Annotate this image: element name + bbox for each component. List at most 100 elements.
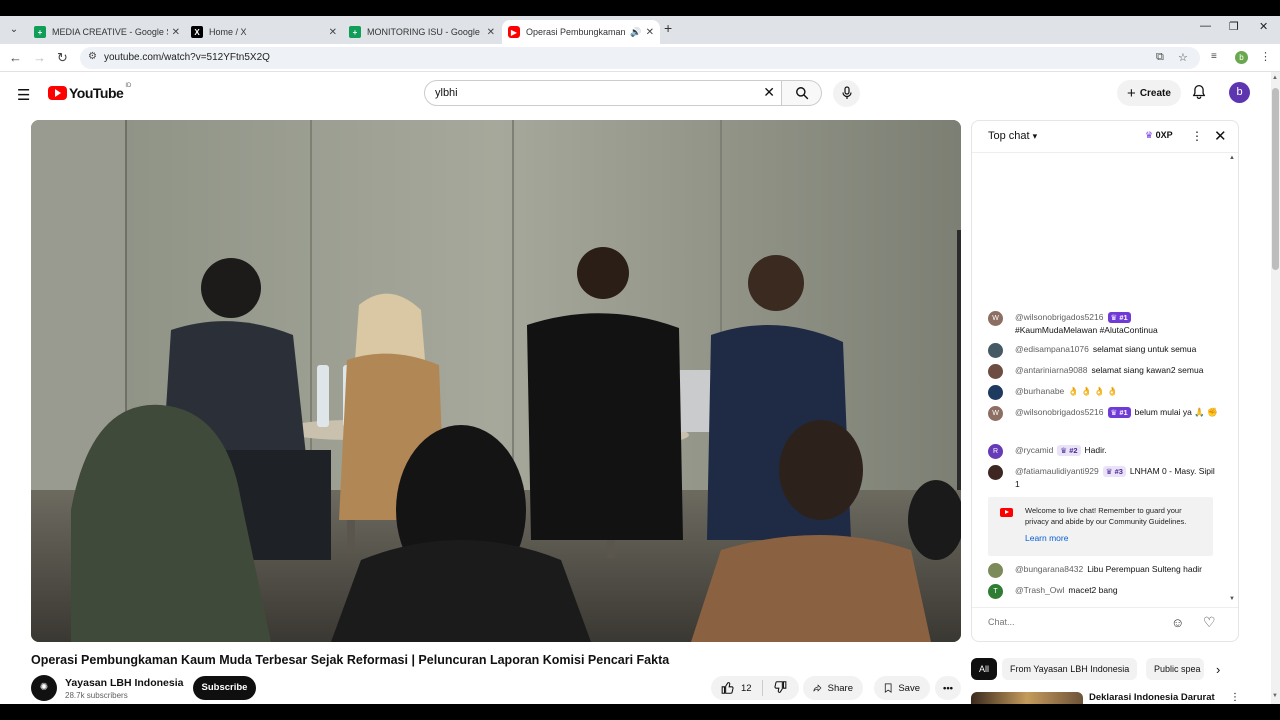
like-button[interactable]: 12	[721, 681, 752, 695]
search-value[interactable]: ylbhi	[435, 87, 458, 99]
chat-close-icon[interactable]: ✕	[1214, 127, 1227, 145]
chat-avatar[interactable]	[988, 343, 1003, 358]
channel-avatar[interactable]: ✺	[31, 675, 57, 701]
more-actions-button[interactable]: •••	[935, 676, 961, 700]
reload-icon[interactable]: ↻	[57, 50, 68, 66]
subscribe-button[interactable]: Subscribe	[193, 676, 256, 700]
address-bar[interactable]: ⚙ youtube.com/watch?v=512YFtn5X2Q ⧉ ☆	[80, 47, 1200, 69]
chat-message: R @rycamid ♛ #2 Hadir.	[988, 444, 1218, 459]
chat-scroll-up-icon[interactable]: ▲	[1229, 155, 1235, 161]
forward-icon[interactable]: →	[33, 50, 46, 65]
minimize-icon[interactable]: —	[1200, 20, 1211, 32]
chat-username[interactable]: @Trash_Owl	[1015, 585, 1064, 595]
chat-avatar[interactable]: R	[988, 444, 1003, 459]
heart-icon[interactable]: ♡	[1203, 614, 1216, 631]
account-avatar[interactable]: b	[1229, 82, 1250, 103]
chat-input-area: Chat... ☺ ♡	[972, 607, 1238, 641]
bookmark-star-icon[interactable]: ☆	[1178, 51, 1188, 64]
tab-home-x[interactable]: X Home / X ✕	[185, 20, 343, 44]
sheets-icon: +	[349, 26, 361, 38]
tab-media-creative[interactable]: + MEDIA CREATIVE - Google Sheets ✕	[28, 20, 186, 44]
chat-username[interactable]: @antariniarna9088	[1015, 365, 1087, 375]
tab-close-icon[interactable]: ✕	[172, 27, 180, 38]
rank-badge: ♛ #1	[1107, 407, 1131, 418]
like-count: 12	[741, 682, 752, 694]
tab-title: MEDIA CREATIVE - Google Sheets	[52, 27, 168, 37]
chat-more-icon[interactable]: ⋮	[1191, 129, 1203, 143]
emoji-icon[interactable]: ☺	[1171, 615, 1184, 630]
tab-close-icon[interactable]: ✕	[646, 27, 654, 38]
chat-avatar[interactable]	[988, 364, 1003, 379]
tab-monitoring-isu[interactable]: + MONITORING ISU - Google Sheets ✕	[343, 20, 501, 44]
chat-input[interactable]: Chat...	[988, 617, 1015, 627]
chat-username[interactable]: @wilsonobrigados5216	[1015, 407, 1104, 417]
back-icon[interactable]: ←	[9, 50, 22, 65]
restore-icon[interactable]: ❐	[1229, 20, 1239, 33]
scrollbar-thumb[interactable]	[1272, 88, 1279, 270]
chat-mode-dropdown[interactable]: Top chat ▾	[988, 130, 1037, 142]
search-input[interactable]: ylbhi ✕	[424, 80, 782, 106]
screen: ⌄ + MEDIA CREATIVE - Google Sheets ✕ X H…	[0, 0, 1280, 720]
chat-username[interactable]: @bungarana8432	[1015, 564, 1083, 574]
chat-username[interactable]: @edisampana1076	[1015, 344, 1089, 354]
chat-message: @burhanabe 👌 👌 👌 👌	[988, 385, 1218, 400]
chat-text: 👌 👌 👌 👌	[1068, 386, 1118, 396]
chat-username[interactable]: @rycamid	[1015, 445, 1053, 455]
scroll-down-icon[interactable]: ▼	[1272, 693, 1278, 699]
chat-username[interactable]: @burhanabe	[1015, 386, 1064, 396]
like-divider	[761, 680, 763, 696]
chat-text: #KaumMudaMelawan #AlutaContinua	[1015, 325, 1158, 335]
save-label: Save	[898, 682, 920, 694]
share-button[interactable]: Share	[803, 676, 863, 700]
tab-close-icon[interactable]: ✕	[487, 27, 495, 38]
crown-icon: ♛	[1145, 130, 1154, 140]
chat-scroll-down-icon[interactable]: ▼	[1229, 596, 1235, 602]
chat-message: W @wilsonobrigados5216 ♛ #1 belum mulai ya…	[988, 406, 1218, 421]
url-text[interactable]: youtube.com/watch?v=512YFtn5X2Q	[104, 52, 270, 63]
chip-from-channel[interactable]: From Yayasan LBH Indonesia	[1002, 658, 1138, 680]
tab-search-icon[interactable]: ⌄	[6, 22, 22, 38]
scroll-up-icon[interactable]: ▲	[1272, 75, 1278, 81]
chat-avatar[interactable]: W	[988, 311, 1003, 326]
page-scrollbar[interactable]: ▲ ▼	[1271, 72, 1280, 704]
chat-avatar[interactable]	[988, 385, 1003, 400]
tab-close-icon[interactable]: ✕	[329, 27, 337, 38]
chat-avatar[interactable]	[988, 465, 1003, 480]
chat-text: selamat siang untuk semua	[1092, 344, 1197, 354]
recommended-title[interactable]: Deklarasi Indonesia Darurat	[1089, 692, 1215, 703]
chevron-right-icon[interactable]: ›	[1216, 662, 1220, 677]
speaker-icon[interactable]: 🔊	[630, 27, 641, 38]
create-button[interactable]: + Create	[1117, 80, 1181, 106]
search-button[interactable]	[782, 80, 822, 106]
site-info-icon[interactable]: ⚙	[88, 51, 97, 62]
chrome-menu-icon[interactable]: ⋮	[1260, 50, 1271, 63]
dislike-button[interactable]	[773, 680, 787, 697]
chat-avatar[interactable]: W	[988, 406, 1003, 421]
clear-search-icon[interactable]: ✕	[763, 84, 775, 101]
chat-avatar[interactable]: T	[988, 584, 1003, 599]
notifications-bell-icon[interactable]	[1192, 84, 1206, 103]
save-button[interactable]: Save	[874, 676, 930, 700]
video-player[interactable]	[31, 120, 961, 642]
chip-public-speaking[interactable]: Public spea	[1146, 658, 1204, 680]
channel-name[interactable]: Yayasan LBH Indonesia	[65, 677, 183, 689]
chat-avatar[interactable]	[988, 563, 1003, 578]
tab-title: Home / X	[209, 27, 247, 37]
rank-badge: ♛ #1	[1107, 312, 1131, 323]
menu-icon[interactable]: ☰	[17, 86, 30, 104]
browser-profile-avatar[interactable]: b	[1235, 51, 1248, 64]
voice-search-button[interactable]	[833, 80, 860, 107]
xp-badge[interactable]: ♛ 0XP	[1145, 130, 1173, 141]
more-vertical-icon[interactable]: ⋮	[1230, 692, 1240, 703]
tab-youtube-active[interactable]: ▶ Operasi Pembungkaman Kaum Muda 🔊 ✕	[502, 20, 660, 44]
youtube-logo[interactable]: YouTube ID	[48, 83, 131, 101]
install-app-icon[interactable]: ⧉	[1156, 51, 1164, 64]
window-close-icon[interactable]: ✕	[1259, 20, 1268, 33]
chip-all[interactable]: All	[971, 658, 998, 680]
new-tab-icon[interactable]: +	[664, 20, 672, 36]
learn-more-link[interactable]: Learn more	[1025, 533, 1068, 543]
media-control-icon[interactable]: ≡	[1211, 51, 1217, 62]
chat-username[interactable]: @wilsonobrigados5216	[1015, 312, 1104, 322]
chat-message: W @wilsonobrigados5216 ♛ #1 #KaumMudaMelaw…	[988, 311, 1218, 337]
chat-username[interactable]: @fatiamaulidiyanti929	[1015, 466, 1099, 476]
